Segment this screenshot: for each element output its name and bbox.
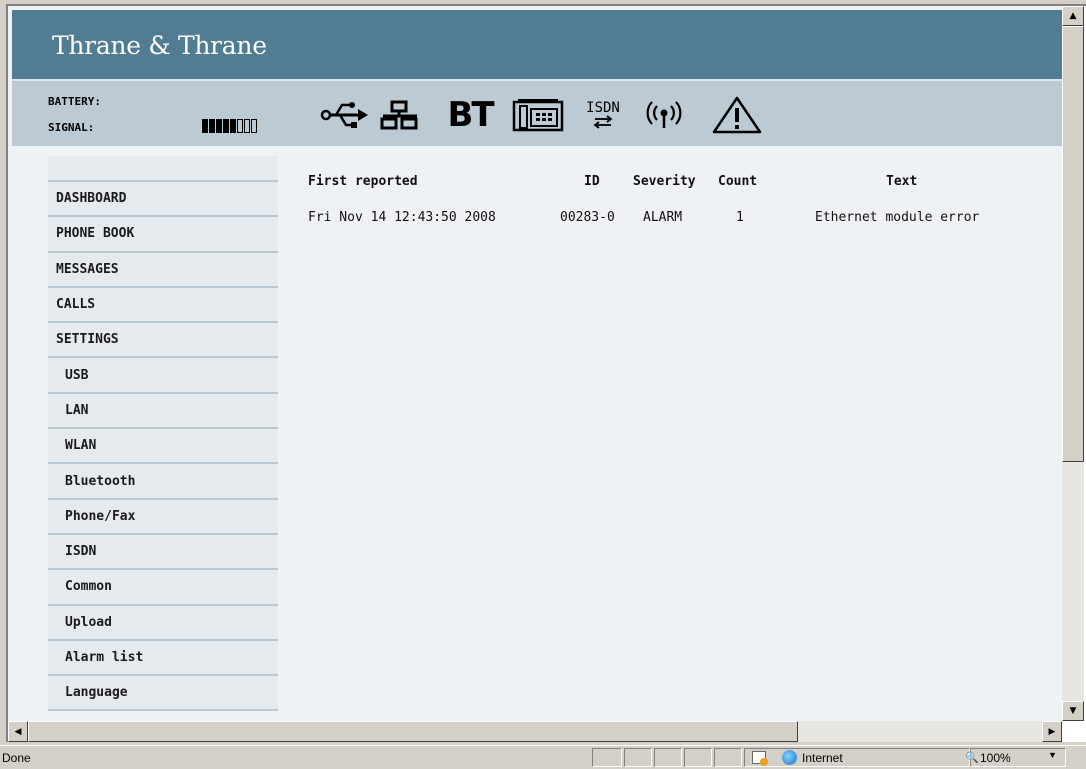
nav-item-isdn[interactable]: ISDN [48, 534, 278, 571]
column-header-id: ID [584, 174, 600, 189]
scroll-up-button[interactable]: ▲ [1062, 6, 1084, 26]
battery-label: BATTERY: [48, 95, 101, 108]
nav-item-usb[interactable]: USB [48, 358, 278, 394]
brand-logo: Thrane & Thrane [52, 31, 267, 60]
zone-pane [744, 748, 970, 767]
status-pane [654, 748, 682, 767]
alarm-first-reported: Fri Nov 14 12:43:50 2008 [308, 210, 496, 225]
signal-bar [237, 119, 243, 133]
alarm-count: 1 [736, 210, 744, 225]
alarm-id: 00283-0 [560, 210, 615, 225]
page-header: Thrane & Thrane [12, 10, 1062, 79]
column-header-severity: Severity [633, 174, 696, 189]
device-status-bar: BATTERY: SIGNAL: BT ISDN [12, 79, 1062, 146]
nav-item-messages[interactable]: MESSAGES [48, 252, 278, 288]
vertical-scroll-thumb[interactable] [1062, 26, 1084, 462]
alarm-severity: ALARM [643, 210, 683, 225]
signal-bar [230, 119, 236, 133]
nav-item-settings[interactable]: SETTINGS [48, 323, 278, 359]
bluetooth-icon: BT [447, 95, 494, 135]
nav-item-language[interactable]: Language [48, 676, 278, 712]
usb-icon [320, 97, 370, 133]
nav-item-bluetooth[interactable]: Bluetooth [48, 464, 278, 500]
scroll-right-button[interactable]: ▶ [1042, 721, 1062, 742]
signal-bar [223, 119, 229, 133]
isdn-icon: ISDN [584, 97, 622, 133]
signal-bar [216, 119, 222, 133]
lan-icon [380, 97, 420, 133]
nav-item-calls[interactable]: CALLS [48, 287, 278, 324]
warning-icon[interactable] [710, 96, 764, 134]
zoom-dropdown-icon[interactable]: ▼ [1048, 750, 1057, 760]
web-page: Thrane & Thrane BATTERY: SIGNAL: BT ISDN… [8, 6, 1062, 721]
nav-item-phone-fax[interactable]: Phone/Fax [48, 499, 278, 535]
internet-zone-icon [782, 750, 797, 765]
alarm-text: Ethernet module error [815, 210, 980, 225]
nav-item-lan[interactable]: LAN [48, 393, 278, 430]
zoom-level[interactable]: 100% [980, 751, 1011, 765]
column-header-count: Count [718, 174, 758, 189]
nav-item-common[interactable]: Common [48, 570, 278, 606]
browser-window: Thrane & Thrane BATTERY: SIGNAL: BT ISDN… [0, 0, 1086, 769]
wlan-icon [644, 97, 684, 133]
status-text: Done [2, 751, 31, 765]
signal-bar [244, 119, 250, 133]
nav-item-dashboard[interactable]: DASHBOARD [48, 182, 278, 218]
nav-item-upload[interactable]: Upload [48, 605, 278, 641]
status-pane [624, 748, 652, 767]
status-pane [684, 748, 712, 767]
sidebar-nav: DASHBOARD PHONE BOOK MESSAGES CALLS SETTINGS… [48, 156, 278, 712]
column-header-first-reported: First reported [308, 174, 418, 189]
nav-item-wlan[interactable]: WLAN [48, 429, 278, 465]
horizontal-scrollbar[interactable]: ◀ ▶ [8, 721, 1062, 742]
signal-meter [202, 119, 257, 133]
nav-item-phone-book[interactable]: PHONE BOOK [48, 217, 278, 253]
status-pane [714, 748, 742, 767]
scroll-down-button[interactable]: ▼ [1062, 701, 1084, 721]
phone-fax-icon [512, 97, 564, 133]
nav-item-alarm-list[interactable]: Alarm list [48, 640, 278, 677]
scroll-left-button[interactable]: ◀ [8, 721, 28, 742]
status-pane [592, 748, 622, 767]
vertical-scrollbar[interactable]: ▲ ▼ [1062, 6, 1084, 721]
page-icon [752, 751, 768, 766]
nav-spacer [48, 156, 278, 182]
zoom-icon[interactable]: 🔍 [965, 751, 979, 764]
column-header-text: Text [886, 174, 918, 189]
signal-label: SIGNAL: [48, 121, 95, 134]
signal-bar [251, 119, 257, 133]
horizontal-scroll-thumb[interactable] [28, 721, 798, 742]
security-zone-label: Internet [802, 751, 843, 765]
signal-bar [209, 119, 215, 133]
browser-status-bar: Done Internet 🔍 100% ▼ [0, 745, 1086, 769]
signal-bar [202, 119, 208, 133]
nav-list: DASHBOARD PHONE BOOK MESSAGES CALLS SETTINGS… [48, 182, 278, 712]
